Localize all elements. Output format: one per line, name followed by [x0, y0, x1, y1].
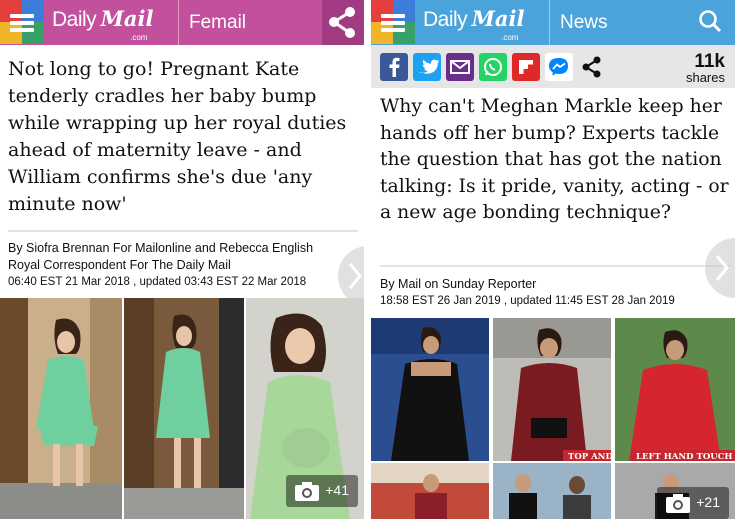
- messenger-icon: [549, 58, 568, 76]
- site-header: Daily Mail .com Femail: [0, 0, 364, 45]
- article-photo-2[interactable]: [124, 298, 244, 519]
- share-button[interactable]: [322, 0, 364, 45]
- divider: [8, 230, 358, 232]
- twitter-button[interactable]: [413, 53, 441, 81]
- article-photo-5[interactable]: [493, 463, 611, 519]
- chevron-right-icon: [348, 263, 362, 289]
- byline-role: Royal Correspondent For The Daily Mail: [8, 258, 231, 272]
- menu-button[interactable]: [0, 0, 44, 45]
- gallery-count: +21: [696, 494, 720, 510]
- search-icon: [699, 10, 722, 33]
- article-photo-4[interactable]: [371, 463, 489, 519]
- messenger-button[interactable]: [545, 53, 573, 81]
- share-icon: [582, 56, 601, 78]
- gallery-count: +41: [325, 482, 349, 498]
- camera-icon: [295, 482, 319, 501]
- section-title[interactable]: Femail: [178, 0, 246, 45]
- section-title[interactable]: News: [549, 0, 608, 45]
- site-header: Daily Mail .com News: [371, 0, 735, 45]
- twitter-icon: [419, 59, 440, 74]
- daily-mail-logo[interactable]: Daily Mail .com: [423, 6, 524, 42]
- divider: [380, 265, 730, 267]
- share-count: 11k shares: [685, 51, 725, 85]
- article-headline[interactable]: Not long to go! Pregnant Kate tenderly c…: [8, 56, 358, 218]
- hamburger-icon: [381, 14, 405, 35]
- article-panel-left: Daily Mail .com Femail Not long to go! P…: [0, 0, 364, 519]
- whatsapp-button[interactable]: [479, 53, 507, 81]
- byline: By Mail on Sunday Reporter 18:58 EST 26 …: [380, 276, 730, 310]
- article-photo-1[interactable]: [371, 318, 489, 461]
- photo-caption-tag: LEFT HAND TOUCH: [631, 450, 735, 461]
- gallery-button[interactable]: +21: [657, 487, 729, 519]
- camera-icon: [666, 494, 690, 513]
- photo-caption-tag: TOP AND TOE HOLD: [563, 450, 611, 461]
- byline: By Siofra Brennan For Mailonline and Reb…: [8, 240, 358, 291]
- share-icon: [329, 7, 355, 38]
- next-article-button[interactable]: [705, 238, 735, 298]
- email-button[interactable]: [446, 53, 474, 81]
- article-timestamp: 06:40 EST 21 Mar 2018 , updated 03:43 ES…: [8, 276, 307, 288]
- article-photo-3[interactable]: LEFT HAND TOUCH: [615, 318, 735, 461]
- gallery-button[interactable]: +41: [286, 475, 358, 507]
- byline-authors: By Mail on Sunday Reporter: [380, 277, 537, 291]
- article-photo-6[interactable]: +21: [615, 463, 735, 519]
- facebook-button[interactable]: [380, 53, 408, 81]
- email-icon: [450, 60, 470, 74]
- flipboard-icon: [519, 60, 533, 74]
- article-headline[interactable]: Why can't Meghan Markle keep her hands o…: [380, 94, 730, 227]
- article-photo-2[interactable]: TOP AND TOE HOLD: [493, 318, 611, 461]
- article-timestamp: 18:58 EST 26 Jan 2019 , updated 11:45 ES…: [380, 295, 675, 307]
- flipboard-button[interactable]: [512, 53, 540, 81]
- article-panel-right: Daily Mail .com News 11k shares Why can'…: [371, 0, 735, 519]
- next-article-button[interactable]: [338, 246, 364, 306]
- byline-authors: By Siofra Brennan For Mailonline and Reb…: [8, 241, 314, 255]
- whatsapp-icon: [484, 58, 502, 76]
- search-button[interactable]: [687, 0, 735, 45]
- daily-mail-logo[interactable]: Daily Mail .com: [52, 6, 153, 42]
- menu-button[interactable]: [371, 0, 415, 45]
- more-share-button[interactable]: [578, 53, 606, 81]
- facebook-icon: [389, 57, 400, 77]
- share-bar: 11k shares: [371, 45, 735, 88]
- chevron-right-icon: [715, 255, 729, 281]
- panel-divider: [364, 0, 371, 519]
- article-photo-1[interactable]: [0, 298, 122, 519]
- article-photo-3[interactable]: +41: [246, 298, 364, 519]
- hamburger-icon: [10, 14, 34, 35]
